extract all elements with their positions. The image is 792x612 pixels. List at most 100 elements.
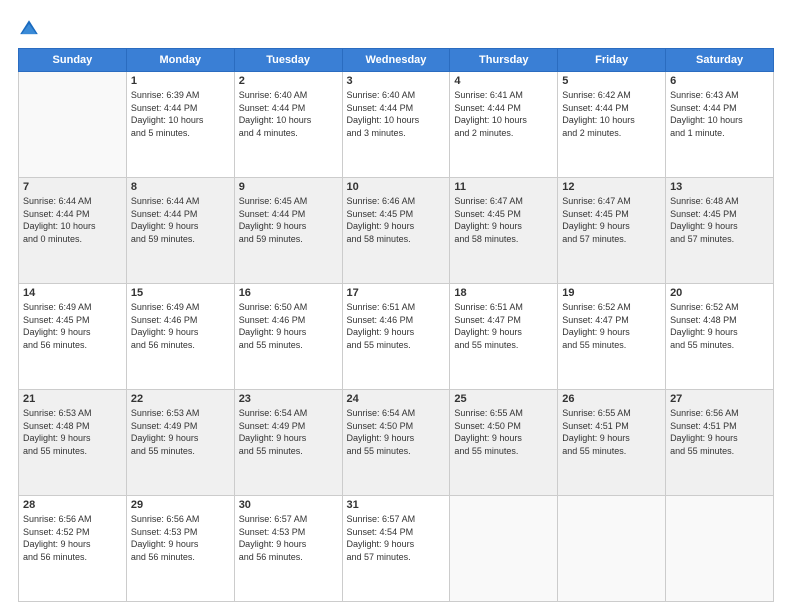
day-number: 8 (131, 181, 230, 193)
logo (18, 18, 44, 40)
day-header-saturday: Saturday (666, 49, 774, 72)
day-number: 9 (239, 181, 338, 193)
day-cell: 18Sunrise: 6:51 AMSunset: 4:47 PMDayligh… (450, 284, 558, 390)
day-cell: 22 Sunrise: 6:53 AMSunset: 4:49 PMDayligh… (126, 390, 234, 496)
day-info: Sunrise: 6:50 AMSunset: 4:46 PMDaylight:… (239, 301, 338, 351)
day-cell: 24 Sunrise: 6:54 AMSunset: 4:50 PMDayligh… (342, 390, 450, 496)
day-info: Sunrise: 6:52 AMSunset: 4:48 PMDaylight:… (670, 301, 769, 351)
day-number: 14 (23, 287, 122, 299)
day-info: Sunrise: 6:43 AMSunset: 4:44 PMDaylight:… (670, 89, 769, 139)
calendar-body: 1 Sunrise: 6:39 AMSunset: 4:44 PMDaylight… (19, 72, 774, 602)
day-number: 29 (131, 499, 230, 511)
day-cell: 27Sunrise: 6:56 AMSunset: 4:51 PMDayligh… (666, 390, 774, 496)
day-number: 21 (23, 393, 122, 405)
week-row-1: 7 Sunrise: 6:44 AMSunset: 4:44 PMDaylight… (19, 178, 774, 284)
day-cell: 19 Sunrise: 6:52 AMSunset: 4:47 PMDayligh… (558, 284, 666, 390)
day-number: 30 (239, 499, 338, 511)
day-info: Sunrise: 6:48 AMSunset: 4:45 PMDaylight:… (670, 195, 769, 245)
day-number: 23 (239, 393, 338, 405)
day-cell: 26 Sunrise: 6:55 AMSunset: 4:51 PMDayligh… (558, 390, 666, 496)
day-number: 4 (454, 75, 553, 87)
day-cell: 3 Sunrise: 6:40 AMSunset: 4:44 PMDaylight… (342, 72, 450, 178)
day-number: 26 (562, 393, 661, 405)
day-info: Sunrise: 6:56 AMSunset: 4:52 PMDaylight:… (23, 513, 122, 563)
day-cell: 4 Sunrise: 6:41 AMSunset: 4:44 PMDaylight… (450, 72, 558, 178)
day-cell: 16 Sunrise: 6:50 AMSunset: 4:46 PMDayligh… (234, 284, 342, 390)
day-number: 18 (454, 287, 553, 299)
day-number: 3 (347, 75, 446, 87)
day-number: 13 (670, 181, 769, 193)
day-info: Sunrise: 6:49 AMSunset: 4:46 PMDaylight:… (131, 301, 230, 351)
day-cell (19, 72, 127, 178)
day-info: Sunrise: 6:42 AMSunset: 4:44 PMDaylight:… (562, 89, 661, 139)
day-info: Sunrise: 6:40 AMSunset: 4:44 PMDaylight:… (239, 89, 338, 139)
day-info: Sunrise: 6:49 AMSunset: 4:45 PMDaylight:… (23, 301, 122, 351)
day-info: Sunrise: 6:53 AMSunset: 4:48 PMDaylight:… (23, 407, 122, 457)
day-number: 24 (347, 393, 446, 405)
day-cell: 8 Sunrise: 6:44 AMSunset: 4:44 PMDaylight… (126, 178, 234, 284)
day-cell: 20 Sunrise: 6:52 AMSunset: 4:48 PMDayligh… (666, 284, 774, 390)
day-number: 31 (347, 499, 446, 511)
day-info: Sunrise: 6:57 AMSunset: 4:54 PMDaylight:… (347, 513, 446, 563)
day-info: Sunrise: 6:39 AMSunset: 4:44 PMDaylight:… (131, 89, 230, 139)
day-number: 15 (131, 287, 230, 299)
day-info: Sunrise: 6:54 AMSunset: 4:50 PMDaylight:… (347, 407, 446, 457)
day-cell (558, 496, 666, 602)
day-number: 19 (562, 287, 661, 299)
day-cell: 31 Sunrise: 6:57 AMSunset: 4:54 PMDayligh… (342, 496, 450, 602)
day-header-monday: Monday (126, 49, 234, 72)
day-number: 7 (23, 181, 122, 193)
day-info: Sunrise: 6:44 AMSunset: 4:44 PMDaylight:… (131, 195, 230, 245)
day-cell: 30Sunrise: 6:57 AMSunset: 4:53 PMDayligh… (234, 496, 342, 602)
logo-icon (18, 18, 40, 40)
day-info: Sunrise: 6:55 AMSunset: 4:50 PMDaylight:… (454, 407, 553, 457)
day-info: Sunrise: 6:40 AMSunset: 4:44 PMDaylight:… (347, 89, 446, 139)
week-row-3: 21 Sunrise: 6:53 AMSunset: 4:48 PMDayligh… (19, 390, 774, 496)
day-cell: 15 Sunrise: 6:49 AMSunset: 4:46 PMDayligh… (126, 284, 234, 390)
day-info: Sunrise: 6:45 AMSunset: 4:44 PMDaylight:… (239, 195, 338, 245)
day-number: 12 (562, 181, 661, 193)
day-number: 1 (131, 75, 230, 87)
day-cell: 23 Sunrise: 6:54 AMSunset: 4:49 PMDayligh… (234, 390, 342, 496)
day-info: Sunrise: 6:53 AMSunset: 4:49 PMDaylight:… (131, 407, 230, 457)
week-row-4: 28Sunrise: 6:56 AMSunset: 4:52 PMDayligh… (19, 496, 774, 602)
week-row-2: 14 Sunrise: 6:49 AMSunset: 4:45 PMDayligh… (19, 284, 774, 390)
day-cell: 9 Sunrise: 6:45 AMSunset: 4:44 PMDaylight… (234, 178, 342, 284)
day-cell: 17 Sunrise: 6:51 AMSunset: 4:46 PMDayligh… (342, 284, 450, 390)
day-info: Sunrise: 6:47 AMSunset: 4:45 PMDaylight:… (454, 195, 553, 245)
day-number: 20 (670, 287, 769, 299)
day-number: 6 (670, 75, 769, 87)
day-cell: 29 Sunrise: 6:56 AMSunset: 4:53 PMDayligh… (126, 496, 234, 602)
day-cell: 7 Sunrise: 6:44 AMSunset: 4:44 PMDaylight… (19, 178, 127, 284)
day-cell: 1 Sunrise: 6:39 AMSunset: 4:44 PMDaylight… (126, 72, 234, 178)
day-cell (450, 496, 558, 602)
day-cell (666, 496, 774, 602)
day-info: Sunrise: 6:41 AMSunset: 4:44 PMDaylight:… (454, 89, 553, 139)
day-cell: 14 Sunrise: 6:49 AMSunset: 4:45 PMDayligh… (19, 284, 127, 390)
day-cell: 13 Sunrise: 6:48 AMSunset: 4:45 PMDayligh… (666, 178, 774, 284)
day-cell: 21 Sunrise: 6:53 AMSunset: 4:48 PMDayligh… (19, 390, 127, 496)
day-header-wednesday: Wednesday (342, 49, 450, 72)
day-info: Sunrise: 6:51 AMSunset: 4:46 PMDaylight:… (347, 301, 446, 351)
days-header-row: SundayMondayTuesdayWednesdayThursdayFrid… (19, 49, 774, 72)
day-info: Sunrise: 6:56 AMSunset: 4:53 PMDaylight:… (131, 513, 230, 563)
day-info: Sunrise: 6:56 AMSunset: 4:51 PMDaylight:… (670, 407, 769, 457)
day-cell: 28Sunrise: 6:56 AMSunset: 4:52 PMDayligh… (19, 496, 127, 602)
day-number: 25 (454, 393, 553, 405)
day-cell: 12Sunrise: 6:47 AMSunset: 4:45 PMDayligh… (558, 178, 666, 284)
day-info: Sunrise: 6:54 AMSunset: 4:49 PMDaylight:… (239, 407, 338, 457)
day-number: 22 (131, 393, 230, 405)
day-info: Sunrise: 6:44 AMSunset: 4:44 PMDaylight:… (23, 195, 122, 245)
day-header-tuesday: Tuesday (234, 49, 342, 72)
week-row-0: 1 Sunrise: 6:39 AMSunset: 4:44 PMDaylight… (19, 72, 774, 178)
day-number: 16 (239, 287, 338, 299)
day-cell: 6 Sunrise: 6:43 AMSunset: 4:44 PMDaylight… (666, 72, 774, 178)
day-info: Sunrise: 6:52 AMSunset: 4:47 PMDaylight:… (562, 301, 661, 351)
day-number: 2 (239, 75, 338, 87)
day-cell: 11 Sunrise: 6:47 AMSunset: 4:45 PMDayligh… (450, 178, 558, 284)
day-number: 17 (347, 287, 446, 299)
day-number: 10 (347, 181, 446, 193)
day-info: Sunrise: 6:55 AMSunset: 4:51 PMDaylight:… (562, 407, 661, 457)
day-number: 11 (454, 181, 553, 193)
day-cell: 5Sunrise: 6:42 AMSunset: 4:44 PMDaylight… (558, 72, 666, 178)
